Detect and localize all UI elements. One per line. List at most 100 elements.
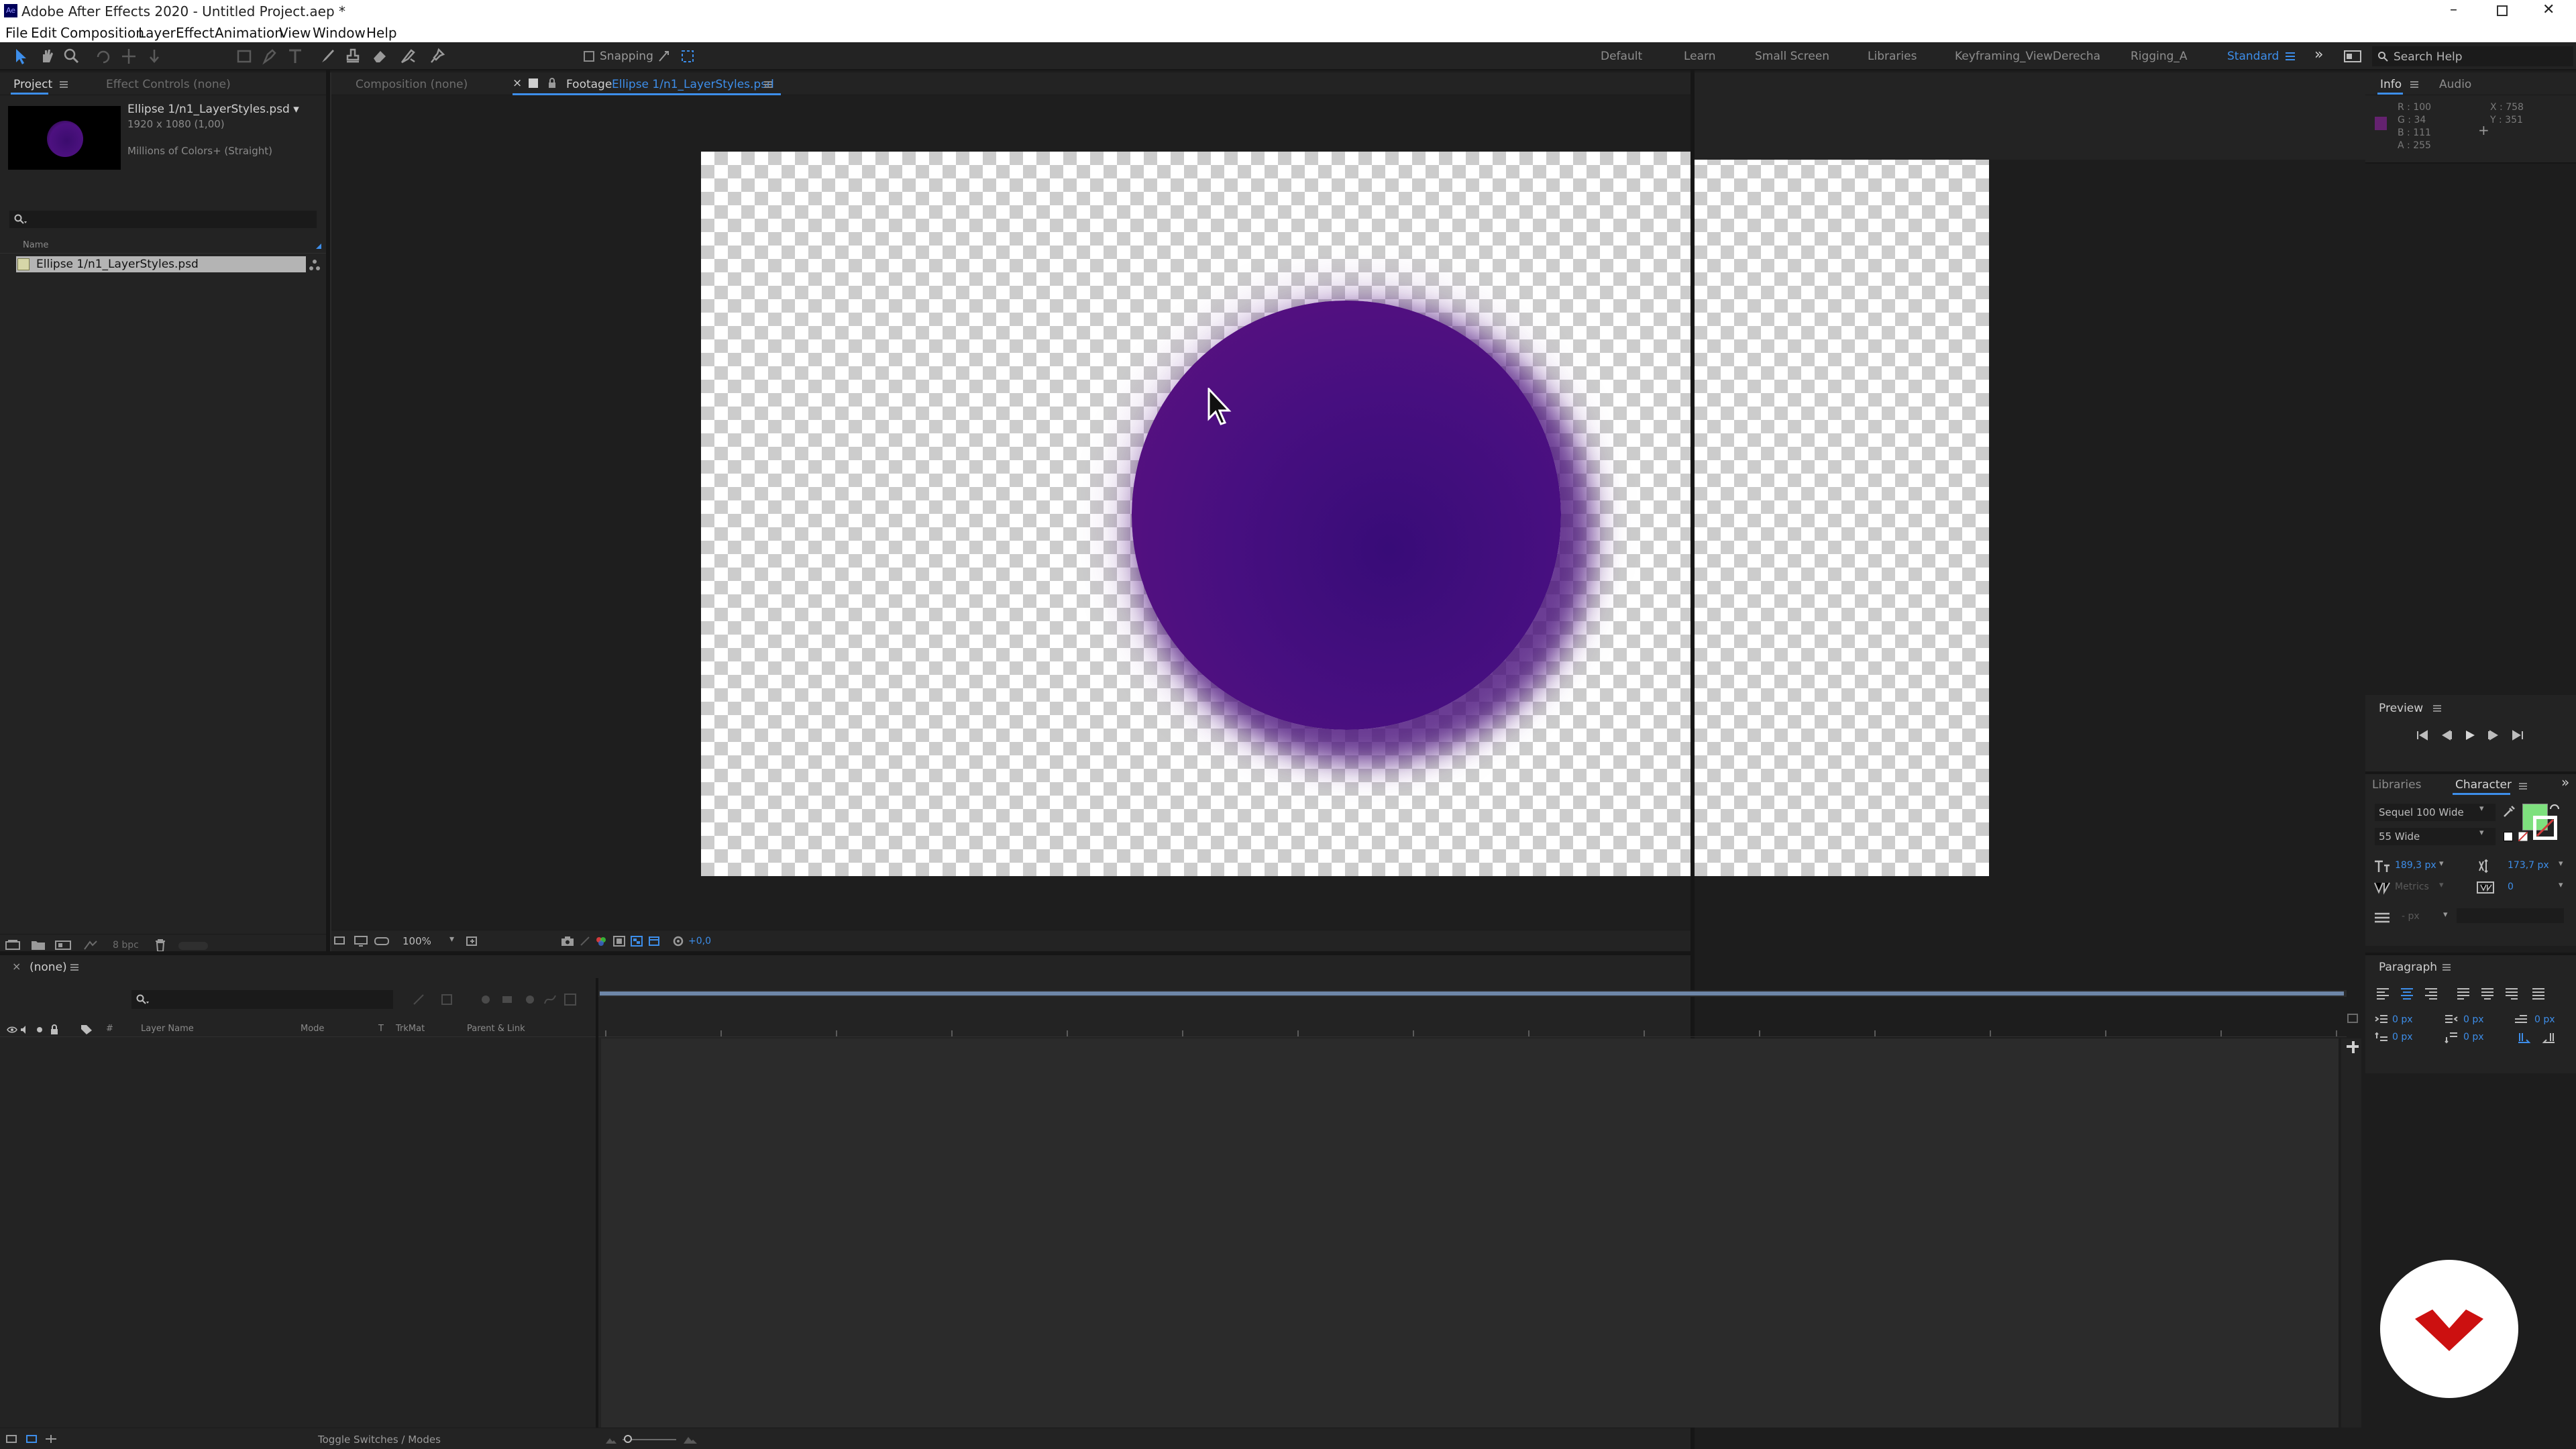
comp-flowchart-icon[interactable] bbox=[412, 993, 425, 1006]
flowchart-icon[interactable] bbox=[309, 259, 321, 271]
selection-tool-icon[interactable] bbox=[13, 48, 30, 65]
font-style-arrow-icon[interactable]: ▾ bbox=[2479, 828, 2484, 838]
ltr-direction-icon[interactable] bbox=[2517, 1032, 2532, 1044]
tab-footage-name[interactable]: Ellipse 1/n1_LayerStyles.psd bbox=[612, 78, 774, 91]
close-tab-icon[interactable]: × bbox=[513, 76, 522, 90]
workspace-learn[interactable]: Learn bbox=[1684, 50, 1716, 63]
project-settings-icon[interactable] bbox=[83, 940, 98, 951]
workspace-keyframing[interactable]: Keyframing_ViewDerecha bbox=[1955, 50, 2100, 63]
column-t[interactable]: T bbox=[378, 1024, 384, 1034]
column-resize-icon[interactable] bbox=[315, 243, 322, 250]
track-area[interactable] bbox=[601, 1038, 2339, 1428]
kerning-arrow-icon[interactable]: ▾ bbox=[2439, 880, 2444, 890]
workspace-standard[interactable]: Standard bbox=[2227, 50, 2279, 63]
tab-footage-prefix[interactable]: Footage bbox=[566, 78, 612, 91]
in-out-controls-icon[interactable] bbox=[44, 1434, 58, 1444]
project-search-input[interactable] bbox=[9, 211, 317, 228]
column-parent-link[interactable]: Parent & Link bbox=[467, 1024, 525, 1034]
tab-info[interactable]: Info bbox=[2380, 78, 2402, 91]
timeline-close-icon[interactable]: × bbox=[12, 960, 21, 973]
column-hash[interactable]: # bbox=[106, 1024, 113, 1034]
menu-layer[interactable]: Layer bbox=[138, 25, 176, 41]
first-frame-icon[interactable] bbox=[2416, 730, 2428, 741]
bit-depth-label[interactable]: 8 bpc bbox=[113, 940, 139, 951]
stroke-width-value[interactable]: - px bbox=[2402, 911, 2420, 922]
project-item-row[interactable]: Ellipse 1/n1_LayerStyles.psd bbox=[16, 256, 306, 272]
menu-file[interactable]: File bbox=[5, 25, 28, 41]
audio-toggle-icon[interactable] bbox=[20, 1025, 30, 1034]
rotate-tool-icon[interactable] bbox=[95, 48, 111, 65]
tracking-value[interactable]: 0 bbox=[2508, 881, 2514, 892]
next-frame-icon[interactable] bbox=[2487, 730, 2500, 741]
rtl-direction-icon[interactable] bbox=[2541, 1032, 2556, 1044]
workspace-small-screen[interactable]: Small Screen bbox=[1755, 50, 1829, 63]
play-icon[interactable] bbox=[2465, 730, 2475, 741]
trash-icon[interactable] bbox=[154, 938, 166, 952]
frame-blending-icon[interactable] bbox=[500, 993, 514, 1006]
stroke-style-dropdown[interactable] bbox=[2457, 908, 2564, 923]
space-after-value[interactable]: 0 px bbox=[2463, 1032, 2484, 1042]
new-composition-icon[interactable] bbox=[55, 940, 71, 951]
font-size-value[interactable]: 189,3 px bbox=[2395, 860, 2436, 871]
font-style-dropdown[interactable]: 55 Wide bbox=[2375, 828, 2496, 845]
snap-edges-icon[interactable] bbox=[657, 49, 671, 64]
snapshot-icon[interactable] bbox=[561, 936, 574, 947]
workspace-overflow-icon[interactable]: » bbox=[2314, 46, 2323, 63]
workspace-default[interactable]: Default bbox=[1601, 50, 1642, 63]
guide-options-icon[interactable] bbox=[648, 936, 660, 947]
column-name-header[interactable]: Name bbox=[23, 240, 48, 250]
tab-project[interactable]: Project bbox=[13, 78, 52, 91]
roto-brush-tool-icon[interactable] bbox=[400, 48, 416, 65]
font-size-arrow-icon[interactable]: ▾ bbox=[2439, 859, 2444, 869]
menu-composition[interactable]: Composition bbox=[60, 25, 144, 41]
menu-edit[interactable]: Edit bbox=[31, 25, 57, 41]
snapping-checkbox[interactable] bbox=[584, 51, 594, 62]
label-tag-icon[interactable] bbox=[80, 1024, 93, 1035]
draft-3d-icon[interactable] bbox=[440, 993, 453, 1006]
restore-button[interactable] bbox=[2497, 5, 2508, 16]
zoom-dropdown-arrow-icon[interactable]: ▾ bbox=[449, 934, 454, 945]
font-family-arrow-icon[interactable]: ▾ bbox=[2479, 804, 2484, 814]
hand-tool-icon[interactable] bbox=[39, 48, 55, 65]
clone-stamp-tool-icon[interactable] bbox=[345, 48, 361, 65]
swap-colors-icon[interactable] bbox=[2549, 804, 2560, 814]
camera-tool-icon[interactable] bbox=[121, 48, 137, 65]
exposure-reset-icon[interactable] bbox=[672, 935, 684, 947]
workspace-menu-icon[interactable] bbox=[2285, 52, 2296, 61]
leading-arrow-icon[interactable]: ▾ bbox=[2559, 859, 2563, 869]
previous-frame-icon[interactable] bbox=[2440, 730, 2453, 741]
justify-all-icon[interactable] bbox=[2532, 987, 2545, 1000]
minimize-button[interactable]: – bbox=[2450, 1, 2457, 18]
show-snapshot-icon[interactable] bbox=[580, 936, 590, 947]
timeline-zoom-handle[interactable] bbox=[624, 1435, 632, 1443]
zoom-out-mountains-icon[interactable] bbox=[605, 1435, 617, 1444]
leading-value[interactable]: 173,7 px bbox=[2508, 860, 2549, 871]
rectangle-tool-icon[interactable] bbox=[236, 48, 252, 65]
indent-left-value[interactable]: 0 px bbox=[2392, 1014, 2413, 1025]
vr-mask-icon[interactable] bbox=[374, 936, 389, 947]
zoom-tool-icon[interactable] bbox=[63, 48, 79, 65]
no-stroke-icon[interactable] bbox=[2536, 818, 2555, 837]
eyedropper-icon[interactable] bbox=[2502, 805, 2516, 818]
column-trkmat[interactable]: TrkMat bbox=[396, 1024, 425, 1034]
interpret-footage-icon[interactable] bbox=[5, 940, 20, 951]
tracking-arrow-icon[interactable]: ▾ bbox=[2559, 880, 2563, 890]
new-folder-icon[interactable] bbox=[31, 940, 46, 951]
align-center-icon[interactable] bbox=[2400, 987, 2414, 1000]
eraser-tool-icon[interactable] bbox=[372, 48, 388, 65]
transparency-grid[interactable] bbox=[701, 152, 1989, 876]
tab-preview[interactable]: Preview bbox=[2379, 702, 2423, 715]
work-area-bar[interactable] bbox=[598, 990, 2347, 997]
close-button[interactable]: ✕ bbox=[2542, 1, 2555, 18]
solo-toggle-icon[interactable] bbox=[35, 1025, 44, 1034]
always-preview-icon[interactable] bbox=[334, 936, 347, 947]
character-panel-menu-icon[interactable] bbox=[2518, 782, 2528, 790]
motion-blur-icon[interactable] bbox=[522, 993, 535, 1006]
graph-editor-icon[interactable] bbox=[543, 993, 557, 1006]
layer-list-area[interactable] bbox=[0, 1038, 596, 1428]
tab-composition[interactable]: Composition (none) bbox=[356, 78, 468, 91]
none-color-icon[interactable] bbox=[2518, 832, 2528, 841]
brush-tool-icon[interactable] bbox=[319, 48, 335, 65]
character-overflow-icon[interactable]: » bbox=[2561, 774, 2569, 790]
workspace-libraries[interactable]: Libraries bbox=[1868, 50, 1917, 63]
